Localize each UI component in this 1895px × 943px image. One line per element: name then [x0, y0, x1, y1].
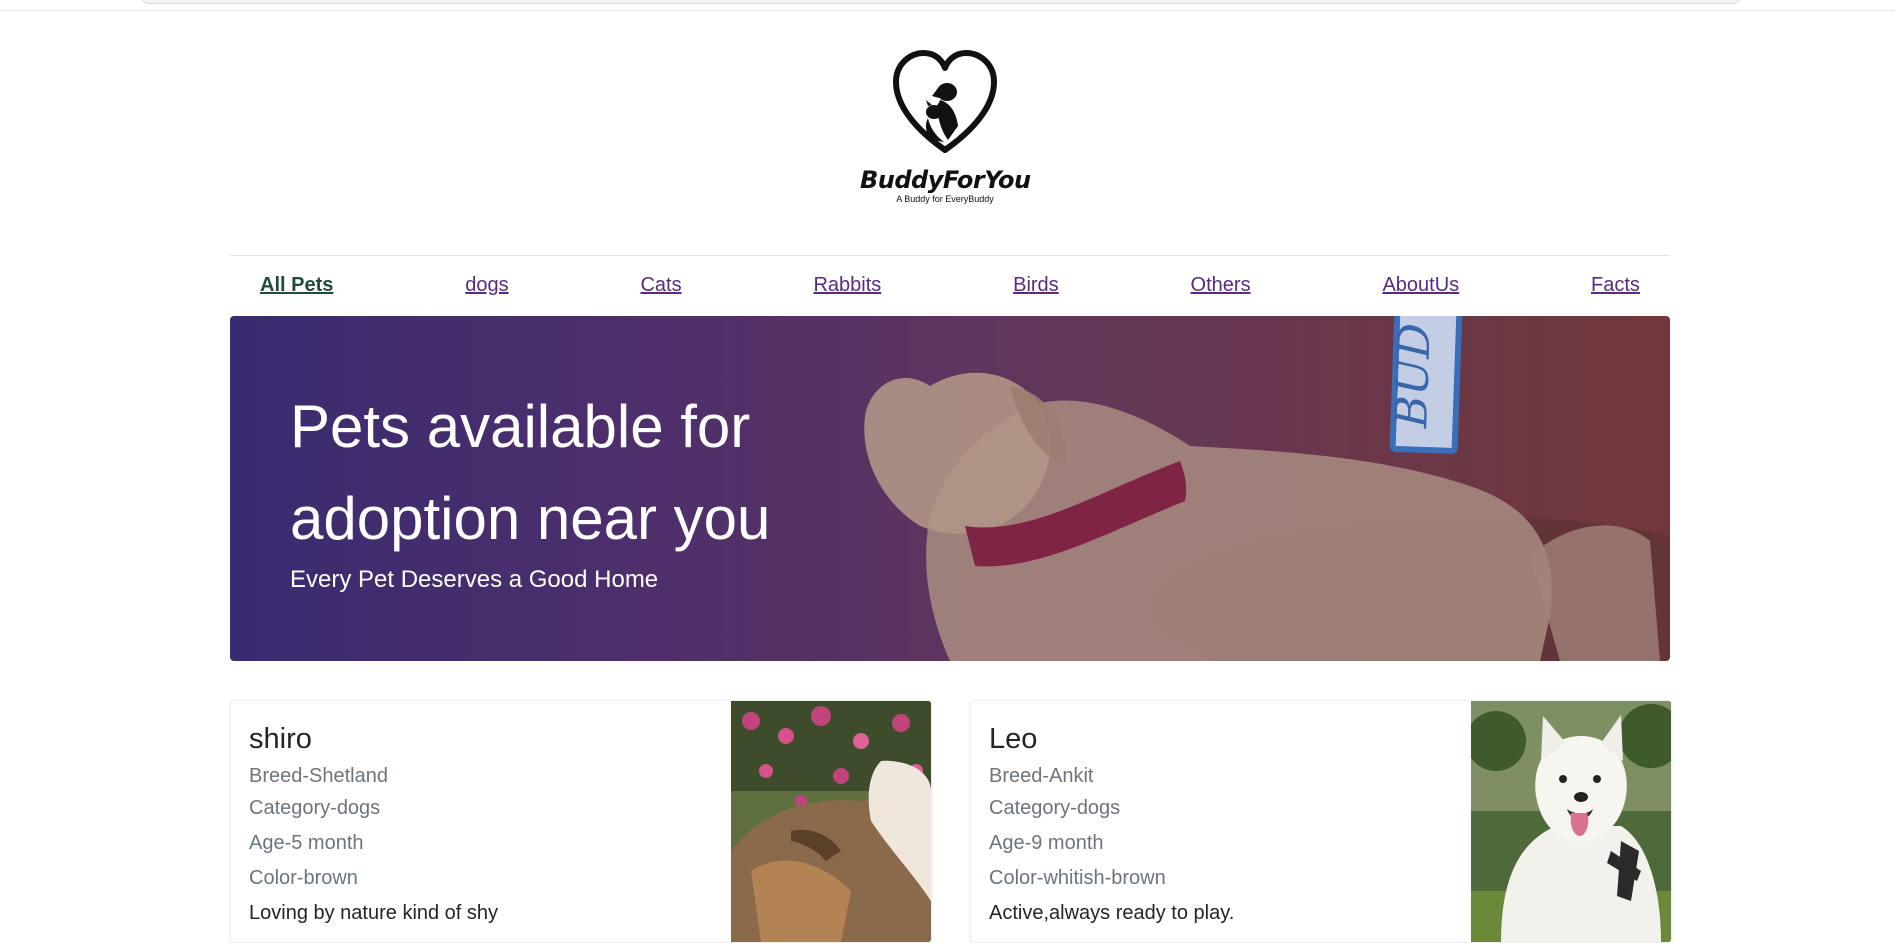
heart-pet-logo-icon [893, 50, 997, 153]
pet-breed: Breed-Shetland [249, 765, 388, 787]
nav-birds-link[interactable]: Birds [1013, 274, 1059, 297]
nav-dogs-link[interactable]: dogs [465, 274, 508, 297]
nav-facts-link[interactable]: Facts [1591, 274, 1640, 297]
pet-breed: Breed-Ankit [989, 765, 1094, 787]
pet-category: Category-dogs [249, 797, 381, 819]
brand-name: BuddyForYou [860, 166, 1031, 194]
nav-all-pets-link[interactable]: All Pets [260, 274, 333, 297]
pet-description: Loving by nature kind of shy [249, 902, 499, 924]
browser-address-bar-edge[interactable] [140, 0, 1742, 4]
brand-tagline: A Buddy for EveryBuddy [896, 194, 994, 204]
nav-rabbits-link[interactable]: Rabbits [813, 274, 881, 297]
pet-name: Leo [989, 723, 1038, 755]
pet-name: shiro [249, 723, 312, 755]
pet-card-shiro[interactable]: shiro Breed-Shetland Category-dogs Age-5… [230, 700, 932, 943]
pet-color: Color-brown [249, 867, 358, 889]
pet-card-leo[interactable]: Leo Breed-Ankit Category-dogs Age-9 mont… [970, 700, 1672, 943]
nav-aboutus-link[interactable]: AboutUs [1382, 274, 1459, 297]
pet-photo-leo[interactable] [1471, 701, 1671, 942]
pet-description: Active,always ready to play. [989, 902, 1235, 924]
pet-category: Category-dogs [989, 797, 1121, 819]
pet-age: Age-9 month [989, 832, 1104, 854]
brand-logo[interactable]: BuddyForYou A Buddy for EveryBuddy [860, 48, 1031, 208]
pet-photo-shiro[interactable] [731, 701, 931, 942]
hero-title: Pets available for adoption near you [290, 393, 771, 552]
sheltie-photo [731, 701, 931, 942]
pet-age: Age-5 month [249, 832, 364, 854]
hero-banner: BUD Pets available for adoption near you… [230, 316, 1670, 661]
nav-others-link[interactable]: Others [1191, 274, 1251, 297]
pet-color: Color-whitish-brown [989, 867, 1166, 889]
browser-top-edge [0, 0, 1895, 11]
akita-photo [1471, 701, 1671, 942]
category-nav: All Pets dogs Cats Rabbits Birds Others … [230, 255, 1670, 315]
hero-subtitle: Every Pet Deserves a Good Home [290, 566, 659, 593]
nav-cats-link[interactable]: Cats [640, 274, 681, 297]
